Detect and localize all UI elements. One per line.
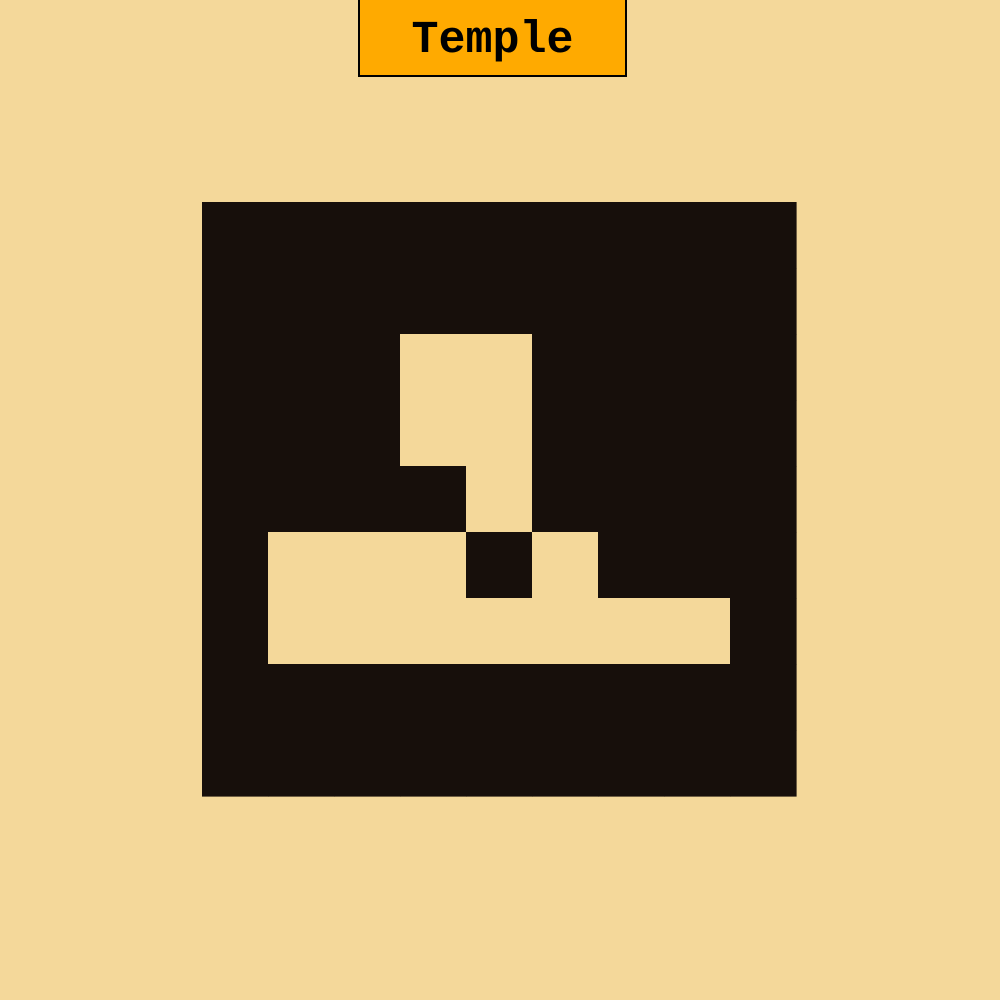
wall-tile: [268, 730, 335, 797]
wall-tile: [202, 664, 269, 731]
floor-tile: [664, 598, 731, 665]
wall-tile: [664, 202, 731, 269]
floor-tile: [400, 532, 467, 599]
wall-tile: [532, 400, 599, 467]
wall-tile: [730, 202, 797, 269]
floor-tile: [466, 466, 533, 533]
wall-tile: [334, 334, 401, 401]
wall-tile: [730, 400, 797, 467]
level-title: Temple: [411, 15, 574, 66]
wall-tile: [532, 268, 599, 335]
floor-tile: [400, 334, 467, 401]
wall-tile: [598, 268, 665, 335]
wall-tile: [400, 202, 467, 269]
floor-tile: [598, 598, 665, 665]
floor-tile: [268, 532, 335, 599]
wall-tile: [400, 664, 467, 731]
wall-tile: [202, 334, 269, 401]
wall-tile: [730, 334, 797, 401]
wall-tile: [730, 730, 797, 797]
floor-tile: [400, 400, 467, 467]
wall-tile: [532, 334, 599, 401]
wall-tile: [730, 532, 797, 599]
wall-tile: [268, 334, 335, 401]
wall-tile: [532, 664, 599, 731]
wall-tile: [466, 730, 533, 797]
wall-tile: [598, 202, 665, 269]
floor-tile: [268, 598, 335, 665]
wall-tile: [466, 202, 533, 269]
floor-tile: [334, 532, 401, 599]
wall-tile: [268, 664, 335, 731]
wall-tile: [598, 400, 665, 467]
floor-tile: [334, 598, 401, 665]
wall-tile: [664, 334, 731, 401]
wall-tile: [598, 466, 665, 533]
wall-tile: [202, 532, 269, 599]
wall-tile: [202, 268, 269, 335]
floor-tile: [532, 532, 599, 599]
wall-tile: [466, 664, 533, 731]
wall-tile: [202, 202, 269, 269]
map-tiles: [202, 202, 797, 797]
temple-map: [202, 202, 797, 797]
wall-tile: [532, 466, 599, 533]
wall-tile: [334, 466, 401, 533]
wall-tile: [598, 664, 665, 731]
level-title-badge: Temple: [358, 0, 627, 77]
wall-tile: [466, 268, 533, 335]
floor-tile: [532, 598, 599, 665]
wall-tile: [532, 202, 599, 269]
floor-tile: [400, 598, 467, 665]
wall-tile: [664, 268, 731, 335]
wall-tile: [730, 268, 797, 335]
floor-tile: [466, 400, 533, 467]
wall-tile: [400, 268, 467, 335]
wall-tile: [664, 466, 731, 533]
wall-tile: [334, 268, 401, 335]
wall-tile: [334, 664, 401, 731]
wall-tile: [202, 400, 269, 467]
wall-tile: [268, 400, 335, 467]
wall-tile: [532, 730, 599, 797]
game-canvas: Temple: [0, 0, 1000, 1000]
wall-tile: [730, 664, 797, 731]
wall-tile: [664, 730, 731, 797]
wall-tile: [664, 400, 731, 467]
floor-tile: [466, 334, 533, 401]
wall-tile: [334, 730, 401, 797]
wall-tile: [334, 202, 401, 269]
wall-tile: [334, 400, 401, 467]
wall-tile: [664, 532, 731, 599]
wall-tile: [466, 532, 533, 599]
wall-tile: [268, 202, 335, 269]
wall-tile: [730, 598, 797, 665]
wall-tile: [400, 730, 467, 797]
wall-tile: [268, 268, 335, 335]
floor-tile: [466, 598, 533, 665]
wall-tile: [202, 466, 269, 533]
wall-tile: [202, 730, 269, 797]
wall-tile: [202, 598, 269, 665]
wall-tile: [598, 532, 665, 599]
wall-tile: [268, 466, 335, 533]
wall-tile: [598, 730, 665, 797]
wall-tile: [664, 664, 731, 731]
wall-tile: [730, 466, 797, 533]
wall-tile: [598, 334, 665, 401]
wall-tile: [400, 466, 467, 533]
